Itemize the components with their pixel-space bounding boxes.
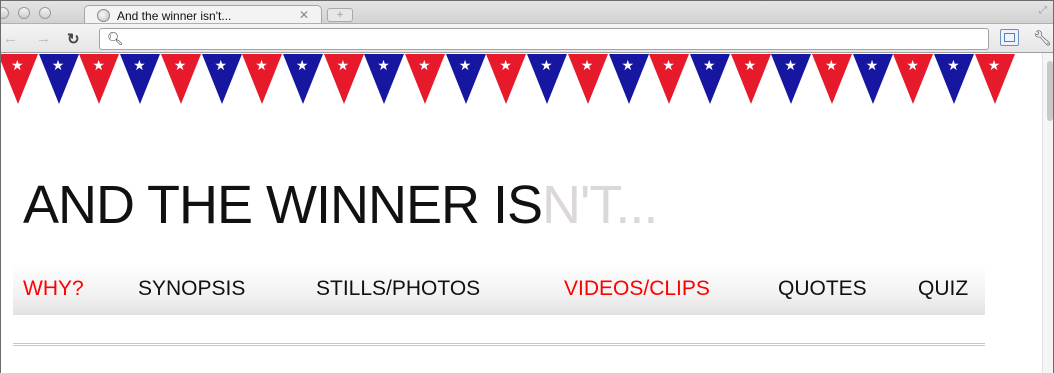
fullscreen-icon[interactable]: ⤢ <box>1039 5 1047 16</box>
pennant-flag: ★ <box>974 54 1015 104</box>
pennant-flag: ★ <box>852 54 893 104</box>
star-icon: ★ <box>499 57 512 73</box>
star-icon: ★ <box>987 57 1001 73</box>
tab-strip: And the winner isn't... ✕ + ⤢ <box>1 1 1053 25</box>
pennant-flag: ★ <box>242 54 283 104</box>
star-icon: ★ <box>825 57 838 73</box>
tab-close-icon[interactable]: ✕ <box>299 8 309 22</box>
forward-arrow-icon[interactable]: → <box>36 30 51 47</box>
star-icon: ★ <box>92 57 105 73</box>
nav-item-quiz[interactable]: QUIZ <box>918 277 968 301</box>
browser-tab[interactable]: And the winner isn't... ✕ <box>84 5 322 25</box>
star-icon: ★ <box>947 57 960 73</box>
browser-window: And the winner isn't... ✕ + ⤢ ← → ↻ 🔍︎ 🔧… <box>0 0 1054 373</box>
nav-item-why[interactable]: WHY? <box>23 277 84 301</box>
vertical-scrollbar[interactable] <box>1042 53 1053 373</box>
site-title-main: AND THE WINNER IS <box>23 175 543 235</box>
star-icon: ★ <box>540 57 553 73</box>
search-icon: 🔍︎ <box>107 31 124 46</box>
page-viewport: ★ ★ ★ ★ ★ ★ ★ ★ ★ ★ ★ ★ ★ ★ ★ ★ ★ ★ ★ ★ ★ ★ ★ ★ ★ AND THE WINNER… <box>1 53 1053 373</box>
pennant-flag: ★ <box>282 54 323 104</box>
star-icon: ★ <box>377 57 390 73</box>
star-icon: ★ <box>662 57 675 73</box>
tab-title: And the winner isn't... <box>117 9 232 23</box>
pennant-flag: ★ <box>771 54 812 104</box>
nav-item-stills-photos[interactable]: STILLS/PHOTOS <box>316 277 480 301</box>
back-arrow-icon[interactable]: ← <box>3 30 18 47</box>
star-icon: ★ <box>458 57 472 73</box>
pennant-flag: ★ <box>79 54 120 104</box>
pennant-flag: ★ <box>201 54 242 104</box>
reload-icon[interactable]: ↻ <box>67 30 80 48</box>
pennant-flag: ★ <box>486 54 527 104</box>
star-icon: ★ <box>133 57 146 73</box>
nav-item-videos-clips[interactable]: VIDEOS/CLIPS <box>564 277 710 301</box>
site-title: AND THE WINNER ISN'T... <box>23 175 658 235</box>
pennant-flag: ★ <box>567 54 608 104</box>
star-icon: ★ <box>906 57 919 73</box>
pennant-flag: ★ <box>649 54 690 104</box>
nav-item-quotes[interactable]: QUOTES <box>778 277 867 301</box>
star-icon: ★ <box>255 57 268 73</box>
pennant-flag: ★ <box>323 54 364 104</box>
pennant-flag: ★ <box>527 54 568 104</box>
star-icon: ★ <box>51 57 65 73</box>
star-icon: ★ <box>865 57 879 73</box>
browser-toolbar: ← → ↻ 🔍︎ 🔧︎ <box>1 23 1053 53</box>
pennant-flag: ★ <box>730 54 771 104</box>
site-title-faded: N'T... <box>542 175 658 235</box>
pennant-flag: ★ <box>160 54 201 104</box>
star-icon: ★ <box>702 57 716 73</box>
main-nav: WHY? SYNOPSIS STILLS/PHOTOS VIDEOS/CLIPS… <box>13 263 985 315</box>
pennant-flag: ★ <box>445 54 486 104</box>
star-icon: ★ <box>580 57 594 73</box>
zoom-icon[interactable] <box>39 7 51 19</box>
star-icon: ★ <box>743 57 757 73</box>
pennant-flag: ★ <box>1 54 38 104</box>
wrench-icon[interactable]: 🔧︎ <box>1033 29 1052 47</box>
nav-item-synopsis[interactable]: SYNOPSIS <box>138 277 245 301</box>
pennant-flag: ★ <box>38 54 79 104</box>
minimize-icon[interactable] <box>18 7 30 19</box>
new-tab-button[interactable]: + <box>327 8 353 22</box>
globe-icon <box>97 9 110 22</box>
pennant-flag: ★ <box>689 54 730 104</box>
star-icon: ★ <box>418 57 431 73</box>
page-action-icon[interactable] <box>1000 29 1019 46</box>
star-icon: ★ <box>336 57 350 73</box>
pennant-flag: ★ <box>934 54 975 104</box>
pennant-flag: ★ <box>364 54 405 104</box>
star-icon: ★ <box>621 57 635 73</box>
star-icon: ★ <box>784 57 797 73</box>
pennant-flag: ★ <box>812 54 852 104</box>
pennant-flag: ★ <box>120 54 161 104</box>
flag-bunting: ★ ★ ★ ★ ★ ★ ★ ★ ★ ★ ★ ★ ★ ★ ★ ★ ★ ★ ★ ★ ★ ★ ★ ★ ★ <box>1 54 1041 104</box>
star-icon: ★ <box>214 57 228 73</box>
address-bar[interactable]: 🔍︎ <box>99 28 989 50</box>
pennant-flag: ★ <box>893 54 934 104</box>
star-icon: ★ <box>11 57 24 73</box>
divider <box>13 343 985 346</box>
pennant-flag: ★ <box>608 54 649 104</box>
star-icon: ★ <box>173 57 187 73</box>
pennant-flag: ★ <box>405 54 445 104</box>
scrollbar-thumb[interactable] <box>1047 61 1053 121</box>
close-window-icon[interactable] <box>1 7 9 19</box>
star-icon: ★ <box>295 57 309 73</box>
